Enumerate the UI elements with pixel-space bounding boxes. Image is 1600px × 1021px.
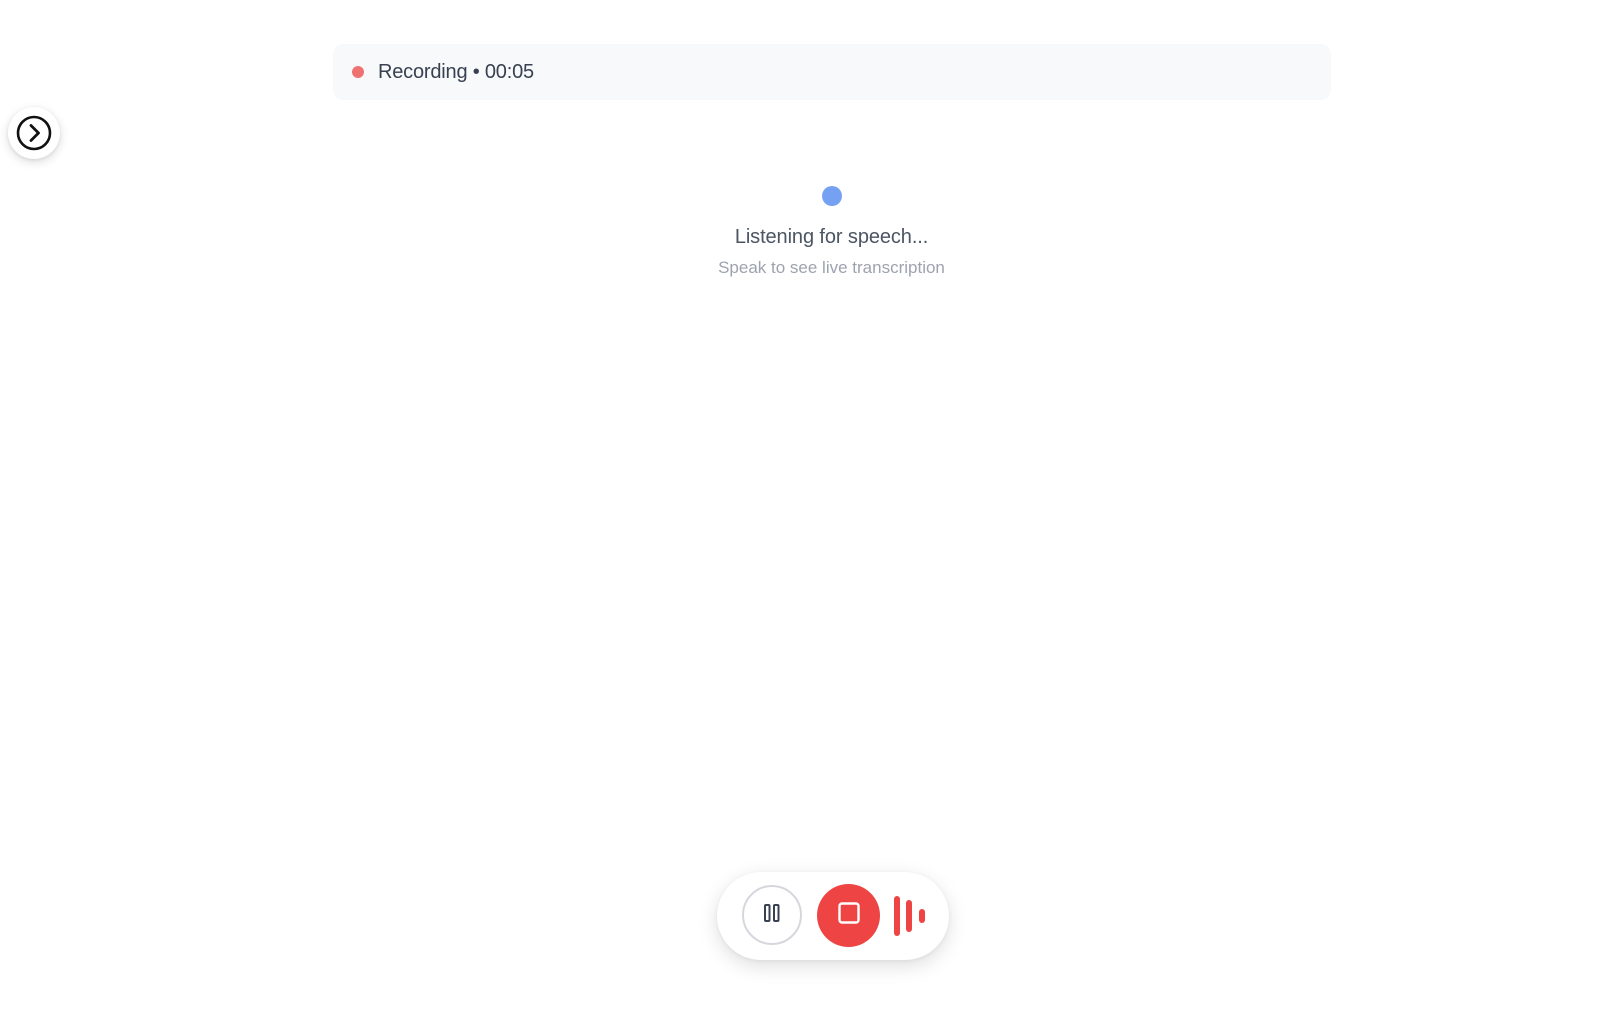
pause-button[interactable]	[742, 885, 802, 945]
recording-status-bar: Recording • 00:05	[333, 44, 1331, 100]
recording-status-text: Recording • 00:05	[378, 60, 534, 83]
listening-subtitle: Speak to see live transcription	[718, 258, 945, 277]
waveform-bar	[919, 909, 925, 923]
recording-page: Recording • 00:05 Listening for speech..…	[0, 0, 1600, 1021]
pause-icon	[763, 903, 781, 928]
stop-icon	[837, 901, 861, 930]
waveform-bar	[906, 900, 912, 932]
listening-state: Listening for speech... Speak to see liv…	[0, 186, 1600, 278]
listening-title: Listening for speech...	[734, 226, 929, 248]
stop-button[interactable]	[817, 884, 880, 947]
listening-indicator-dot	[821, 186, 842, 206]
recording-controls	[717, 872, 949, 960]
waveform-bar	[894, 896, 900, 936]
chevron-right-circle-icon	[15, 114, 53, 152]
audio-waveform-icon	[892, 894, 932, 938]
recording-indicator-dot	[352, 66, 364, 78]
expand-sidebar-button[interactable]	[8, 107, 60, 159]
